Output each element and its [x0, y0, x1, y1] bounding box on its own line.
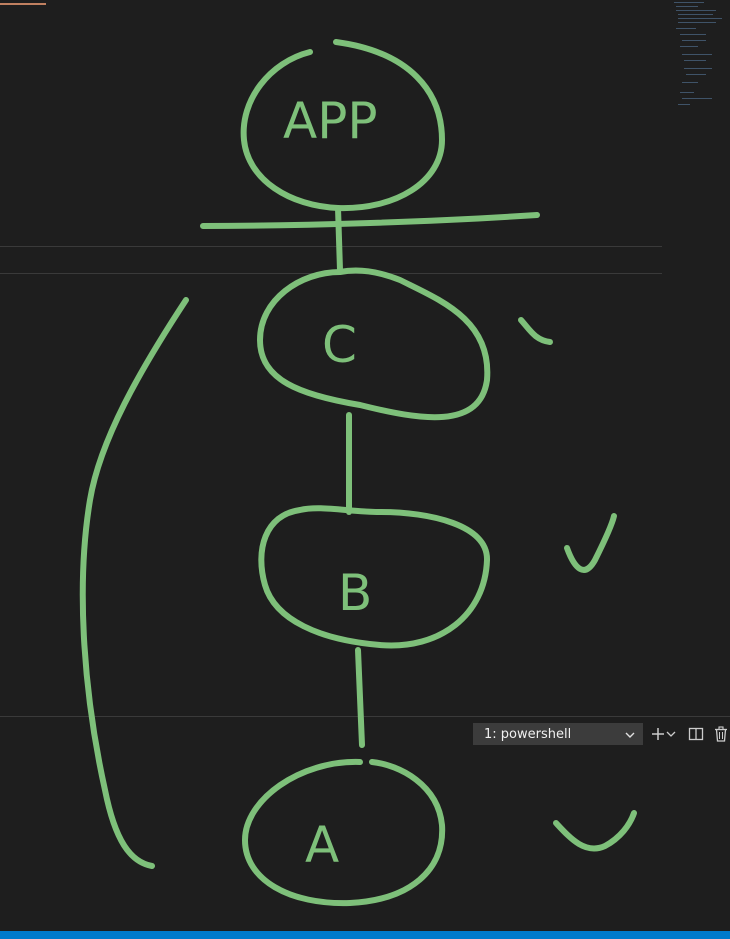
freehand-drawing-overlay: APP C B A	[79, 39, 637, 907]
check-mark-c	[518, 317, 553, 345]
trash-icon[interactable]	[712, 725, 730, 743]
minimap[interactable]	[670, 0, 730, 120]
terminal-shell-label: 1: powershell	[484, 727, 572, 742]
node-label-b: B	[338, 564, 372, 622]
terminal-toolbar: 1: powershell	[473, 723, 730, 745]
node-outline-a	[242, 758, 446, 907]
active-tab-indicator[interactable]	[0, 3, 46, 5]
left-bracket	[79, 297, 189, 869]
edge-app-c	[335, 205, 343, 273]
panel-divider-1	[0, 246, 662, 247]
separator-line	[200, 212, 540, 229]
node-outline-b	[258, 505, 491, 649]
node-label-app: APP	[283, 92, 378, 150]
node-outline-c	[257, 267, 491, 421]
chevron-down-icon	[625, 732, 635, 738]
edge-b-a	[355, 647, 365, 748]
check-mark-b	[564, 513, 617, 573]
panel-divider-2	[0, 273, 662, 274]
node-label-c: C	[322, 316, 357, 374]
split-terminal-icon[interactable]	[687, 725, 705, 743]
status-bar	[0, 931, 730, 939]
editor-tab-strip	[0, 0, 730, 5]
node-label-a: A	[305, 816, 339, 874]
node-outline-app	[240, 39, 445, 212]
chevron-down-icon[interactable]	[665, 725, 677, 743]
check-mark-a	[553, 810, 637, 852]
terminal-shell-dropdown[interactable]: 1: powershell	[473, 723, 643, 745]
terminal-panel-border[interactable]	[0, 716, 730, 717]
